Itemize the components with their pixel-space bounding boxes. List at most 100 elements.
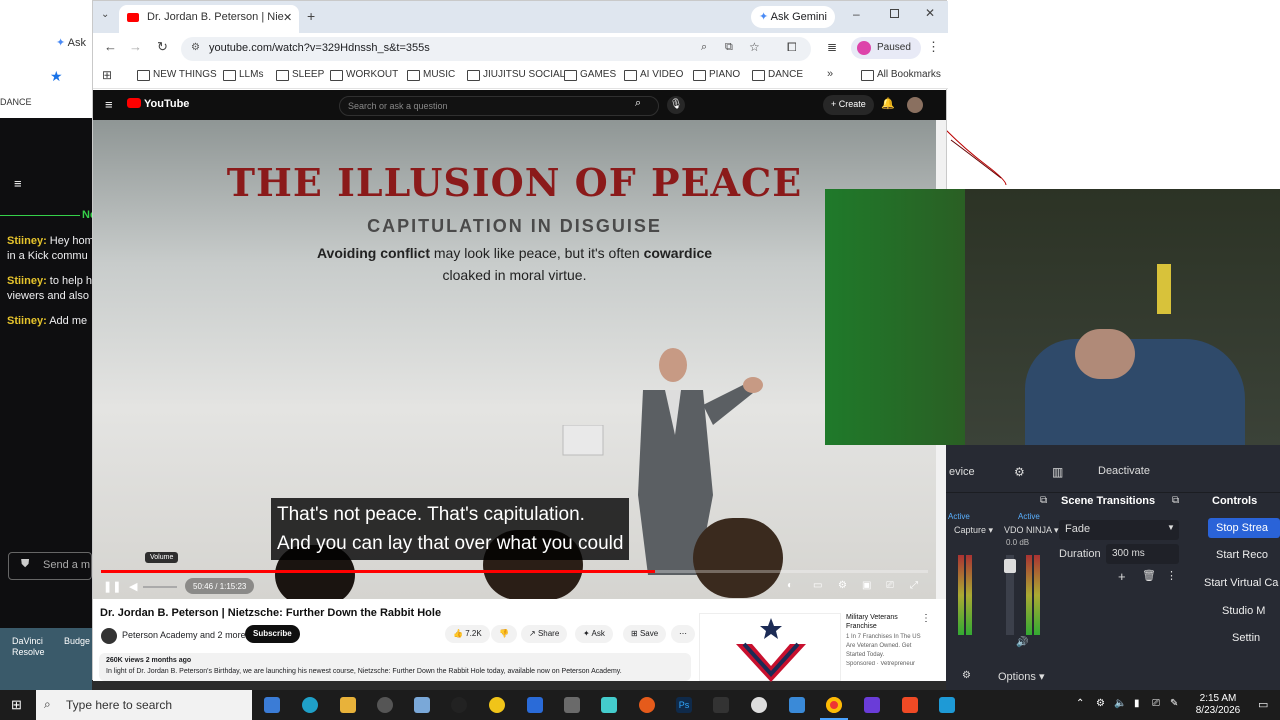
emote-icon[interactable]: ⛊ [21, 558, 29, 571]
obs-filter-icon[interactable]: ▥ [1052, 465, 1063, 479]
bookmark-star-icon[interactable]: ☆ [749, 40, 760, 54]
edge-icon[interactable] [302, 697, 318, 713]
ad-title[interactable]: Military Veterans Franchise [846, 613, 924, 631]
delete-transition-icon[interactable]: 🗑 [1142, 569, 1156, 582]
address-bar[interactable]: ⚙ youtube.com/watch?v=329Hdnssh_s&t=355s… [181, 37, 811, 61]
bookmark-folder[interactable]: PIANO [693, 69, 740, 81]
mic-icon[interactable]: 🎙 [667, 96, 685, 114]
description-box[interactable]: 260K views 2 months ago In light of Dr. … [99, 653, 691, 681]
maximize-icon[interactable] [890, 9, 899, 18]
fullscreen-icon[interactable]: ⤢ [910, 580, 918, 591]
settings-button[interactable]: Settin [1224, 628, 1280, 648]
ad-thumbnail[interactable] [699, 613, 841, 682]
window-app-icon[interactable] [789, 697, 805, 713]
start-recording-button[interactable]: Start Reco [1208, 545, 1280, 565]
source-capture[interactable]: Capture ▾ [954, 525, 993, 536]
chat-input[interactable]: ⛊ Send a m [8, 552, 92, 580]
ask-button[interactable]: ✦ Ask [575, 625, 613, 643]
mixer-dock-icon[interactable]: ⧉ [1040, 495, 1047, 506]
tray-chevron-icon[interactable]: ⌃ [1076, 698, 1084, 709]
extensions-icon[interactable]: ⧠ [787, 40, 797, 55]
forward-icon[interactable]: → [129, 39, 142, 54]
gemini-button-bg[interactable]: ✦ Ask [56, 36, 86, 49]
zoom-icon[interactable]: ⌕ [701, 41, 707, 54]
menu-kebab-icon[interactable]: ⋮ [927, 39, 940, 55]
bookmark-folder[interactable]: AI VIDEO [624, 69, 683, 81]
bookmark-folder[interactable]: NEW THINGS [137, 69, 217, 81]
davinci-icon[interactable] [713, 697, 729, 713]
notifications-icon[interactable]: 🔔 [881, 97, 895, 110]
obs-gear-icon[interactable]: ⚙ [1014, 465, 1025, 479]
source-vdo[interactable]: VDO NINJA ▾ [1004, 525, 1059, 536]
file-explorer-icon[interactable] [340, 697, 356, 713]
yt-search-input[interactable]: Search or ask a question [339, 96, 659, 116]
yt-menu-icon[interactable]: ≡ [105, 97, 113, 112]
profile-paused-button[interactable]: Paused [851, 37, 921, 59]
chrome-icon[interactable] [826, 697, 842, 713]
more-actions-button[interactable]: ⋯ [671, 625, 695, 643]
all-bookmarks-folder[interactable]: All Bookmarks [861, 69, 941, 81]
apps-icon[interactable]: ⊞ [102, 68, 112, 82]
bookmark-folder[interactable]: JIUJITSU SOCIAL [467, 69, 565, 81]
autoplay-icon[interactable]: ◐ [787, 580, 793, 591]
create-button[interactable]: + Create [823, 95, 874, 115]
tips-icon[interactable] [489, 697, 505, 713]
media-icon[interactable]: ≣ [827, 40, 837, 54]
subtitles-icon[interactable]: ▭ [813, 580, 822, 591]
obs-options-button[interactable]: Options ▾ [998, 670, 1045, 683]
firefox-icon[interactable] [639, 697, 655, 713]
yt-search-icon[interactable]: ⌕ [635, 97, 641, 110]
obs-gear-icon-2[interactable]: ⚙ [962, 670, 971, 681]
more-bookmarks-icon[interactable]: » [827, 68, 833, 80]
notification-icon[interactable]: ▭ [1258, 698, 1268, 711]
volume-slider[interactable] [143, 586, 177, 588]
desktop-icon-budge[interactable]: Budge [64, 636, 90, 646]
bookmark-folder[interactable]: LLMs [223, 69, 263, 81]
speaker-icon[interactable]: 🔈 [1114, 698, 1126, 709]
bookmark-folder[interactable]: MUSIC [407, 69, 455, 81]
cast-icon[interactable]: ⎚ [886, 580, 894, 591]
word-app-icon[interactable] [939, 697, 955, 713]
volume-fader[interactable] [1004, 555, 1016, 635]
windows-start-icon[interactable]: ⊞ [11, 697, 22, 713]
taskview-icon[interactable] [264, 697, 280, 713]
new-tab-icon[interactable]: + [307, 8, 315, 24]
brave-icon[interactable] [902, 697, 918, 713]
bookmark-dance-bg[interactable]: DANCE [0, 97, 32, 107]
docs-icon[interactable] [527, 697, 543, 713]
start-virtual-camera-button[interactable]: Start Virtual Ca [1196, 573, 1280, 593]
bookmark-folder[interactable]: SLEEP [276, 69, 324, 81]
tray-icon[interactable]: ⚙ [1096, 698, 1105, 709]
tab-search-icon[interactable]: ⌄ [101, 9, 109, 20]
notepad-icon[interactable] [414, 697, 430, 713]
app-icon[interactable] [451, 697, 467, 713]
subscribe-button[interactable]: Subscribe [245, 625, 300, 643]
install-icon[interactable]: ⧉ [725, 41, 733, 54]
minimize-icon[interactable]: – [853, 7, 860, 21]
avatar[interactable] [907, 97, 923, 113]
steam-icon[interactable] [751, 697, 767, 713]
bookmark-folder[interactable]: WORKOUT [330, 69, 398, 81]
duration-input[interactable]: 300 ms [1106, 544, 1179, 564]
transition-select[interactable]: Fade ▼ [1059, 520, 1179, 540]
battery-icon[interactable]: ▮ [1134, 698, 1140, 709]
transitions-dock-icon[interactable]: ⧉ [1172, 495, 1179, 506]
settings-icon[interactable]: ⚙ [838, 580, 847, 591]
share-button[interactable]: ↗ Share [521, 625, 568, 643]
gear-app-icon[interactable] [564, 697, 580, 713]
transition-menu-icon[interactable]: ⋮ [1166, 569, 1177, 582]
pause-icon[interactable]: ❚❚ [103, 580, 121, 593]
video-player[interactable]: THE ILLUSION OF PEACE CAPITULATION IN DI… [93, 120, 936, 599]
star-icon[interactable]: ★ [50, 68, 63, 85]
vpn-icon[interactable] [864, 697, 880, 713]
ad-menu-icon[interactable]: ⋮ [921, 613, 931, 624]
save-button[interactable]: ⊞ Save [623, 625, 667, 643]
tab-youtube[interactable]: Dr. Jordan B. Peterson | Nie ✕ [119, 5, 299, 33]
studio-mode-button[interactable]: Studio M [1214, 601, 1280, 621]
dislike-button[interactable]: 👎 [491, 625, 517, 643]
youtube-logo[interactable]: YouTube [127, 98, 189, 110]
pen-icon[interactable]: ✎ [1170, 698, 1178, 709]
volume-icon[interactable]: ◀ [129, 580, 137, 593]
progress-bar[interactable] [101, 570, 928, 573]
cube-app-icon[interactable] [601, 697, 617, 713]
